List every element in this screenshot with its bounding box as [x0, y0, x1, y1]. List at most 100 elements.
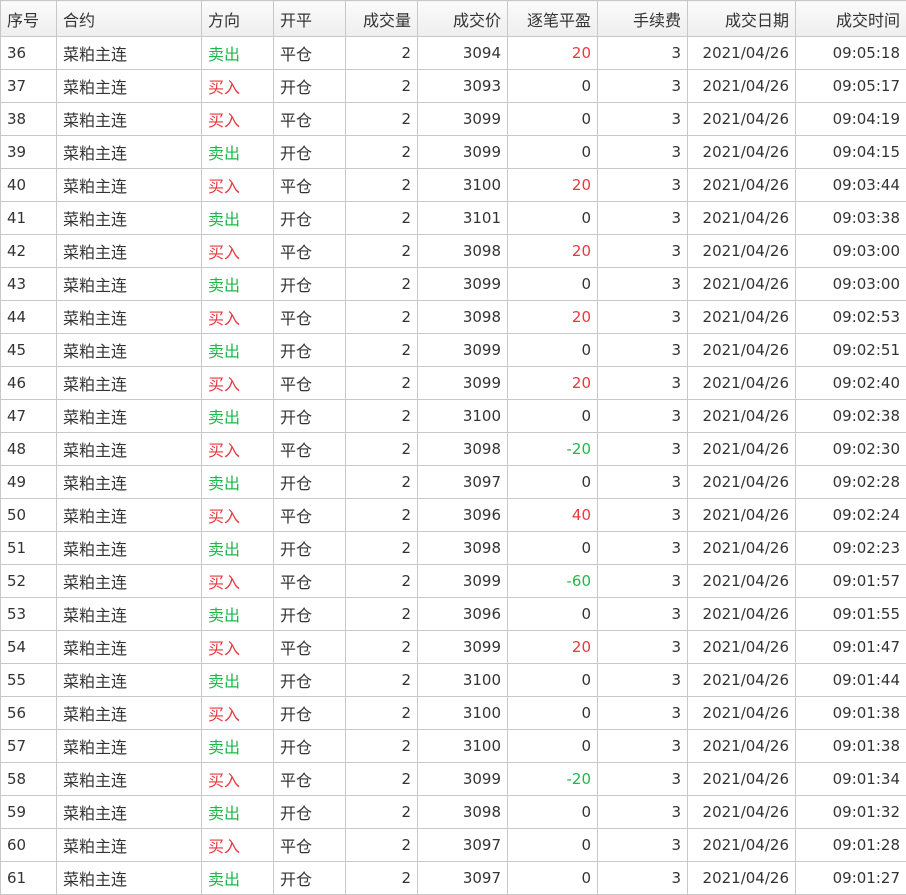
cell-fee: 3 [597, 663, 688, 697]
table-row[interactable]: 47 菜粕主连 卖出 开仓 2 3100 0 3 2021/04/26 09:02:38 [0, 399, 906, 433]
cell-time: 09:01:34 [795, 762, 906, 796]
cell-direction: 买入 [201, 102, 274, 136]
table-row[interactable]: 45 菜粕主连 卖出 开仓 2 3099 0 3 2021/04/26 09:02:51 [0, 333, 906, 367]
cell-volume: 2 [345, 234, 418, 268]
cell-contract: 菜粕主连 [56, 102, 202, 136]
cell-open-close: 平仓 [273, 432, 346, 466]
cell-direction: 卖出 [201, 531, 274, 565]
cell-price: 3097 [417, 861, 508, 895]
cell-contract: 菜粕主连 [56, 597, 202, 631]
cell-contract: 菜粕主连 [56, 795, 202, 829]
table-row[interactable]: 44 菜粕主连 买入 平仓 2 3098 20 3 2021/04/26 09:02:53 [0, 300, 906, 334]
table-row[interactable]: 36 菜粕主连 卖出 平仓 2 3094 20 3 2021/04/26 09:05:18 [0, 36, 906, 70]
cell-open-close: 开仓 [273, 795, 346, 829]
table-row[interactable]: 40 菜粕主连 买入 平仓 2 3100 20 3 2021/04/26 09:03:44 [0, 168, 906, 202]
table-row[interactable]: 39 菜粕主连 卖出 开仓 2 3099 0 3 2021/04/26 09:04:15 [0, 135, 906, 169]
cell-open-close: 开仓 [273, 135, 346, 169]
cell-volume: 2 [345, 762, 418, 796]
column-header-contract[interactable]: 合约 [56, 0, 202, 37]
cell-pnl: 40 [507, 498, 598, 532]
cell-contract: 菜粕主连 [56, 531, 202, 565]
cell-seq: 48 [0, 432, 57, 466]
cell-contract: 菜粕主连 [56, 828, 202, 862]
cell-time: 09:01:55 [795, 597, 906, 631]
cell-time: 09:02:28 [795, 465, 906, 499]
column-header-open-close[interactable]: 开平 [273, 0, 346, 37]
column-header-direction[interactable]: 方向 [201, 0, 274, 37]
cell-pnl: 20 [507, 630, 598, 664]
column-header-pnl[interactable]: 逐笔平盈 [507, 0, 598, 37]
cell-price: 3100 [417, 399, 508, 433]
cell-fee: 3 [597, 135, 688, 169]
table-row[interactable]: 38 菜粕主连 买入 平仓 2 3099 0 3 2021/04/26 09:04:19 [0, 102, 906, 136]
cell-direction: 买入 [201, 696, 274, 730]
cell-seq: 44 [0, 300, 57, 334]
cell-time: 09:02:40 [795, 366, 906, 400]
cell-direction: 买入 [201, 828, 274, 862]
column-header-seq[interactable]: 序号 [0, 0, 57, 37]
table-row[interactable]: 46 菜粕主连 买入 平仓 2 3099 20 3 2021/04/26 09:02:40 [0, 366, 906, 400]
cell-volume: 2 [345, 828, 418, 862]
table-row[interactable]: 41 菜粕主连 卖出 开仓 2 3101 0 3 2021/04/26 09:03:38 [0, 201, 906, 235]
cell-contract: 菜粕主连 [56, 234, 202, 268]
table-row[interactable]: 42 菜粕主连 买入 平仓 2 3098 20 3 2021/04/26 09:03:00 [0, 234, 906, 268]
cell-volume: 2 [345, 168, 418, 202]
cell-time: 09:05:18 [795, 36, 906, 70]
table-row[interactable]: 58 菜粕主连 买入 平仓 2 3099 -20 3 2021/04/26 09:01:34 [0, 762, 906, 796]
table-row[interactable]: 49 菜粕主连 卖出 开仓 2 3097 0 3 2021/04/26 09:02:28 [0, 465, 906, 499]
table-row[interactable]: 60 菜粕主连 买入 平仓 2 3097 0 3 2021/04/26 09:01:28 [0, 828, 906, 862]
cell-open-close: 平仓 [273, 36, 346, 70]
cell-date: 2021/04/26 [687, 267, 796, 301]
cell-open-close: 平仓 [273, 300, 346, 334]
cell-price: 3099 [417, 564, 508, 598]
column-header-price[interactable]: 成交价 [417, 0, 508, 37]
table-row[interactable]: 37 菜粕主连 买入 开仓 2 3093 0 3 2021/04/26 09:05:17 [0, 69, 906, 103]
table-row[interactable]: 54 菜粕主连 买入 平仓 2 3099 20 3 2021/04/26 09:01:47 [0, 630, 906, 664]
column-header-time[interactable]: 成交时间 [795, 0, 906, 37]
cell-price: 3099 [417, 135, 508, 169]
cell-open-close: 开仓 [273, 201, 346, 235]
cell-date: 2021/04/26 [687, 399, 796, 433]
cell-direction: 买入 [201, 168, 274, 202]
cell-direction: 买入 [201, 564, 274, 598]
cell-open-close: 开仓 [273, 729, 346, 763]
cell-fee: 3 [597, 498, 688, 532]
table-row[interactable]: 59 菜粕主连 卖出 开仓 2 3098 0 3 2021/04/26 09:01:32 [0, 795, 906, 829]
cell-open-close: 平仓 [273, 630, 346, 664]
cell-direction: 买入 [201, 69, 274, 103]
cell-date: 2021/04/26 [687, 69, 796, 103]
table-body: 36 菜粕主连 卖出 平仓 2 3094 20 3 2021/04/26 09:05:18 37 菜粕… [0, 36, 906, 895]
table-row[interactable]: 53 菜粕主连 卖出 开仓 2 3096 0 3 2021/04/26 09:01:55 [0, 597, 906, 631]
cell-pnl: -60 [507, 564, 598, 598]
cell-date: 2021/04/26 [687, 696, 796, 730]
table-row[interactable]: 56 菜粕主连 买入 开仓 2 3100 0 3 2021/04/26 09:01:38 [0, 696, 906, 730]
table-row[interactable]: 52 菜粕主连 买入 平仓 2 3099 -60 3 2021/04/26 09:01:57 [0, 564, 906, 598]
cell-fee: 3 [597, 36, 688, 70]
cell-volume: 2 [345, 795, 418, 829]
table-row[interactable]: 55 菜粕主连 卖出 开仓 2 3100 0 3 2021/04/26 09:01:44 [0, 663, 906, 697]
cell-seq: 56 [0, 696, 57, 730]
cell-seq: 46 [0, 366, 57, 400]
cell-fee: 3 [597, 729, 688, 763]
table-row[interactable]: 43 菜粕主连 卖出 开仓 2 3099 0 3 2021/04/26 09:03:00 [0, 267, 906, 301]
cell-seq: 58 [0, 762, 57, 796]
cell-price: 3099 [417, 630, 508, 664]
cell-price: 3099 [417, 102, 508, 136]
cell-date: 2021/04/26 [687, 762, 796, 796]
column-header-fee[interactable]: 手续费 [597, 0, 688, 37]
cell-time: 09:01:38 [795, 729, 906, 763]
cell-fee: 3 [597, 630, 688, 664]
table-row[interactable]: 51 菜粕主连 卖出 开仓 2 3098 0 3 2021/04/26 09:02:23 [0, 531, 906, 565]
table-row[interactable]: 48 菜粕主连 买入 平仓 2 3098 -20 3 2021/04/26 09:02:30 [0, 432, 906, 466]
table-row[interactable]: 50 菜粕主连 买入 平仓 2 3096 40 3 2021/04/26 09:02:24 [0, 498, 906, 532]
column-header-date[interactable]: 成交日期 [687, 0, 796, 37]
cell-seq: 40 [0, 168, 57, 202]
cell-contract: 菜粕主连 [56, 399, 202, 433]
cell-open-close: 平仓 [273, 234, 346, 268]
cell-date: 2021/04/26 [687, 564, 796, 598]
table-row[interactable]: 57 菜粕主连 卖出 开仓 2 3100 0 3 2021/04/26 09:01:38 [0, 729, 906, 763]
cell-price: 3096 [417, 597, 508, 631]
column-header-volume[interactable]: 成交量 [345, 0, 418, 37]
table-row[interactable]: 61 菜粕主连 卖出 开仓 2 3097 0 3 2021/04/26 09:01:27 [0, 861, 906, 895]
cell-volume: 2 [345, 531, 418, 565]
